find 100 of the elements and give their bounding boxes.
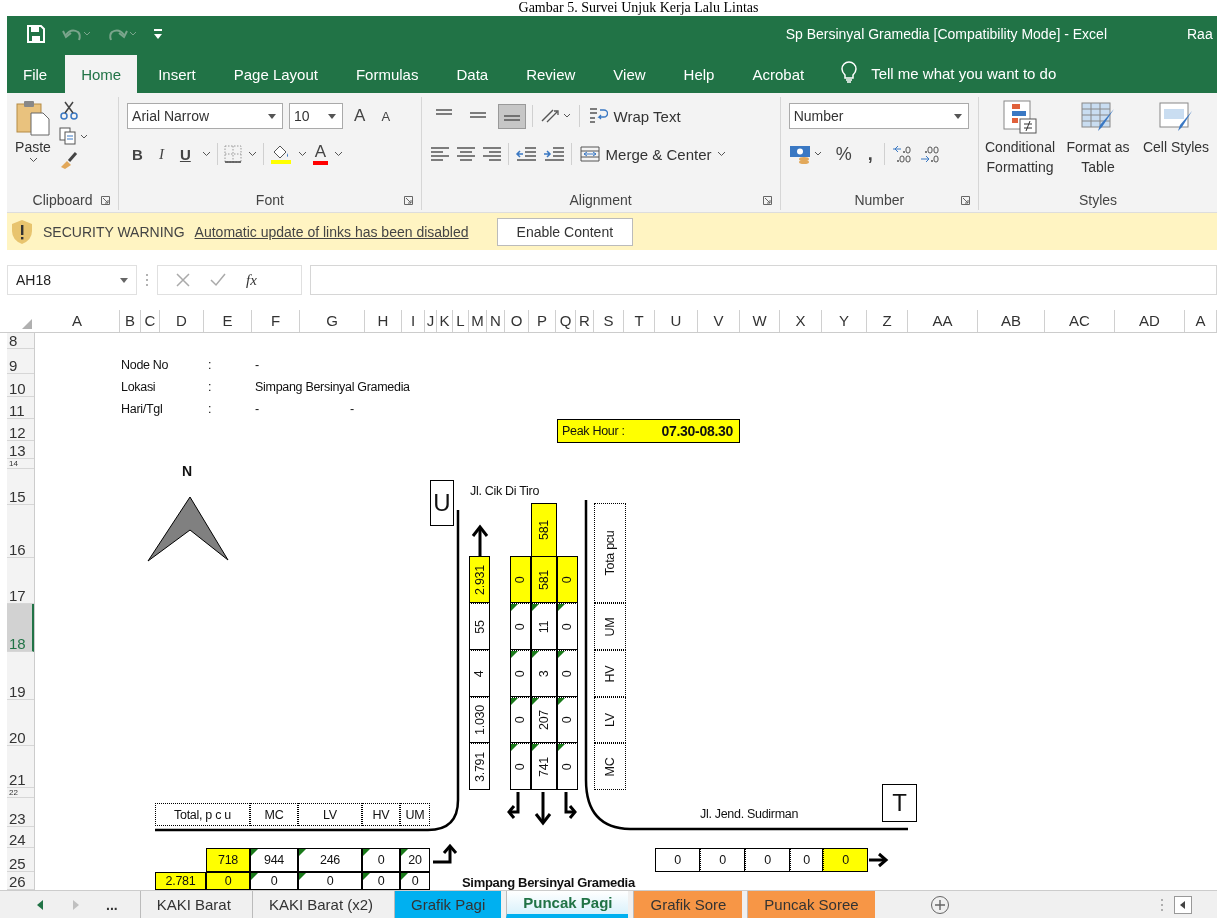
formula-field[interactable]	[310, 265, 1217, 295]
border-icon[interactable]	[223, 145, 242, 163]
bottom-align-button[interactable]	[497, 103, 526, 129]
row-header[interactable]: 19	[7, 652, 34, 700]
increase-indent-icon[interactable]	[542, 146, 565, 162]
dialog-launcher-icon[interactable]	[762, 196, 772, 205]
enter-icon[interactable]	[210, 273, 226, 287]
column-header[interactable]: G	[300, 310, 365, 332]
column-header[interactable]: C	[141, 310, 160, 332]
scroll-left-icon[interactable]	[36, 899, 44, 910]
format-as-table-button[interactable]: Format as Table	[1061, 99, 1135, 188]
cancel-icon[interactable]	[176, 273, 190, 287]
column-header[interactable]: O	[505, 310, 529, 332]
column-header[interactable]: D	[160, 310, 204, 332]
caret-icon[interactable]	[953, 113, 962, 119]
column-header[interactable]: K	[437, 310, 453, 332]
ribbon-tab[interactable]: Help	[666, 55, 732, 93]
conditional-formatting-button[interactable]: Conditional Formatting	[983, 99, 1057, 188]
merge-center-button[interactable]: Merge & Center	[577, 145, 729, 163]
column-header[interactable]: AC	[1045, 310, 1115, 332]
column-header[interactable]: Z	[867, 310, 908, 332]
align-right-icon[interactable]	[481, 146, 502, 162]
caret-icon[interactable]	[328, 113, 337, 119]
sheet-tab[interactable]: Grafik Pagi	[394, 891, 502, 918]
row-header[interactable]: 14	[7, 459, 34, 469]
row-header[interactable]: 16	[7, 505, 34, 558]
row-header[interactable]: 23	[7, 798, 34, 827]
scissors-icon[interactable]	[59, 101, 79, 121]
save-icon[interactable]	[27, 25, 45, 43]
caret-icon[interactable]	[120, 277, 128, 283]
comma-button[interactable]: ,	[862, 143, 878, 165]
conditional-formatting-icon[interactable]	[1002, 99, 1038, 135]
column-header[interactable]: R	[576, 310, 594, 332]
row-header[interactable]: 8	[7, 333, 34, 349]
column-header[interactable]: M	[469, 310, 487, 332]
column-header[interactable]: Q	[556, 310, 576, 332]
decrease-font-button[interactable]: A	[376, 108, 396, 124]
ribbon-tab[interactable]: File	[7, 55, 62, 93]
row-header[interactable]: 15	[7, 469, 34, 505]
row-header[interactable]: 24	[7, 827, 34, 848]
column-header[interactable]: Y	[822, 310, 867, 332]
wrap-text-icon[interactable]	[587, 106, 608, 126]
ribbon-tab[interactable]: Data	[439, 55, 506, 93]
column-header[interactable]: A	[35, 310, 120, 332]
row-header[interactable]: 18	[7, 604, 34, 652]
column-header[interactable]: I	[402, 310, 425, 332]
increase-decimal-icon[interactable]	[890, 144, 913, 164]
column-header[interactable]: A	[1185, 310, 1217, 332]
row-header[interactable]: 13	[7, 441, 34, 459]
column-header[interactable]: N	[487, 310, 505, 332]
number-format-field[interactable]: Number	[788, 103, 969, 129]
merge-icon[interactable]	[579, 146, 600, 162]
user-name[interactable]: Raa	[1187, 26, 1217, 42]
scroll-left-icon[interactable]	[1173, 895, 1192, 914]
column-header[interactable]: F	[252, 310, 300, 332]
row-header[interactable]: 11	[7, 397, 34, 419]
align-center-icon[interactable]	[455, 146, 476, 162]
column-header[interactable]: AB	[978, 310, 1045, 332]
name-box[interactable]: AH18	[7, 265, 137, 295]
caret-icon[interactable]	[268, 113, 277, 119]
caret-icon[interactable]	[201, 151, 211, 157]
dialog-launcher-icon[interactable]	[101, 196, 111, 205]
dialog-launcher-icon[interactable]	[403, 196, 413, 205]
increase-font-button[interactable]: A	[349, 106, 371, 126]
bold-button[interactable]: B	[127, 145, 148, 163]
column-header[interactable]: L	[453, 310, 469, 332]
warning-link[interactable]: Automatic update of links has been disabled	[194, 223, 469, 240]
column-header[interactable]: W	[740, 310, 780, 332]
column-header[interactable]: H	[365, 310, 402, 332]
sheet-tab[interactable]: KAKI Barat	[139, 891, 247, 918]
sheet-tab[interactable]: Grafik Sore	[633, 891, 743, 918]
column-header[interactable]: T	[624, 310, 655, 332]
enable-content-button[interactable]: Enable Content	[496, 217, 634, 246]
column-header[interactable]: J	[425, 310, 437, 332]
caret-icon[interactable]	[717, 151, 727, 157]
row-header[interactable]: 9	[7, 349, 34, 374]
column-header[interactable]: AA	[908, 310, 978, 332]
caret-icon[interactable]	[28, 157, 38, 163]
row-header[interactable]: 21	[7, 746, 34, 788]
sheet-tab[interactable]: KAKI Barat (x2)	[251, 891, 390, 918]
caret-icon[interactable]	[334, 151, 344, 157]
ribbon-tab[interactable]: View	[596, 55, 663, 93]
font-color-button[interactable]: A	[312, 143, 329, 165]
column-header[interactable]: E	[204, 310, 252, 332]
italic-button[interactable]: I	[153, 145, 169, 163]
cell-styles-button[interactable]: Cell Styles	[1139, 99, 1213, 188]
tell-me-search[interactable]: Tell me what you want to do	[871, 55, 1057, 93]
insert-function-button[interactable]: fx	[246, 271, 257, 289]
font-name-field[interactable]: Arial Narrow	[127, 103, 284, 129]
font-size-field[interactable]: 10	[289, 103, 344, 129]
column-header[interactable]: V	[698, 310, 740, 332]
align-left-icon[interactable]	[429, 146, 450, 162]
column-header[interactable]: AD	[1115, 310, 1185, 332]
fill-color-icon[interactable]	[269, 144, 292, 164]
row-header[interactable]: 12	[7, 419, 34, 441]
decrease-indent-icon[interactable]	[514, 146, 537, 162]
more-sheets[interactable]: ...	[106, 896, 118, 913]
brush-icon[interactable]	[59, 151, 79, 169]
row-header[interactable]: 20	[7, 700, 34, 746]
underline-button[interactable]: U	[174, 145, 196, 163]
